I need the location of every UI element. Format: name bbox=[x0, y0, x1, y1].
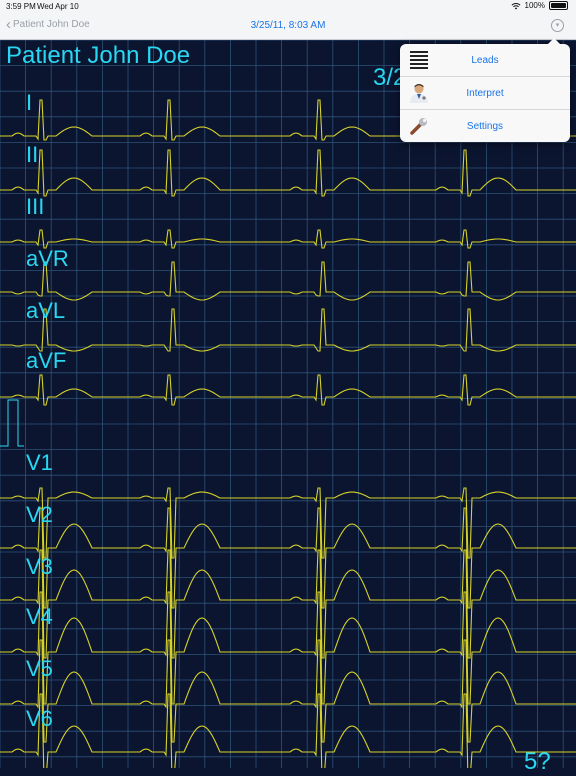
lead-label-ii: II bbox=[26, 142, 39, 167]
ecg-trace-iii bbox=[0, 229, 576, 249]
battery-percent: 100% bbox=[524, 1, 545, 10]
ecg-trace-ii bbox=[0, 149, 576, 197]
corner-value: 5? bbox=[524, 748, 551, 775]
lead-label-v6: V6 bbox=[26, 706, 53, 731]
menu-item-leads[interactable]: Leads bbox=[400, 44, 570, 77]
lead-label-v1: V1 bbox=[26, 450, 53, 475]
lead-label-v3: V3 bbox=[26, 554, 53, 579]
menu-item-interpret[interactable]: Interpret bbox=[400, 77, 570, 110]
nav-title: 3/25/11, 8:03 AM bbox=[250, 20, 326, 31]
ecg-trace-v5 bbox=[0, 639, 576, 743]
menu-item-label: Leads bbox=[471, 55, 499, 66]
ecg-trace-v2 bbox=[0, 507, 576, 609]
calibration-pulse bbox=[0, 399, 24, 447]
status-date: Wed Apr 10 bbox=[37, 2, 79, 11]
ecg-chart bbox=[0, 40, 576, 768]
lead-label-v5: V5 bbox=[26, 656, 53, 681]
menu-item-settings[interactable]: Settings bbox=[400, 110, 570, 142]
ecg-trace-avl bbox=[0, 308, 576, 352]
menu-item-label: Settings bbox=[466, 121, 504, 132]
menu-item-label: Interpret bbox=[466, 88, 504, 99]
battery-icon bbox=[549, 1, 568, 10]
ecg-trace-v4 bbox=[0, 591, 576, 705]
lead-label-i: I bbox=[26, 90, 33, 115]
lead-label-avr: aVR bbox=[26, 246, 69, 271]
chevron-down-icon: ▾ bbox=[555, 22, 560, 29]
lead-label-avl: aVL bbox=[26, 298, 66, 323]
lead-label-v2: V2 bbox=[26, 502, 53, 527]
menu-button[interactable]: ▾ bbox=[551, 19, 564, 32]
status-right: 100% bbox=[511, 1, 568, 10]
options-popover: Leads Interpret Settings bbox=[400, 38, 570, 142]
wifi-icon bbox=[511, 2, 520, 9]
status-bar: 3:59 PM Wed Apr 10 100% bbox=[0, 0, 576, 12]
lead-label-iii: III bbox=[26, 194, 45, 219]
status-time: 3:59 PM bbox=[6, 2, 36, 11]
ecg-trace-avf bbox=[0, 374, 576, 406]
lead-label-v4: V4 bbox=[26, 604, 53, 629]
lead-label-avf: aVF bbox=[26, 348, 67, 373]
ecg-trace-avr bbox=[0, 261, 576, 301]
navigation-bar: ‹ Patient John Doe 3/25/11, 8:03 AM ▾ bbox=[0, 12, 576, 40]
ecg-trace-v3 bbox=[0, 549, 576, 659]
patient-name: Patient John Doe bbox=[6, 42, 191, 69]
ecg-grid bbox=[0, 40, 576, 768]
